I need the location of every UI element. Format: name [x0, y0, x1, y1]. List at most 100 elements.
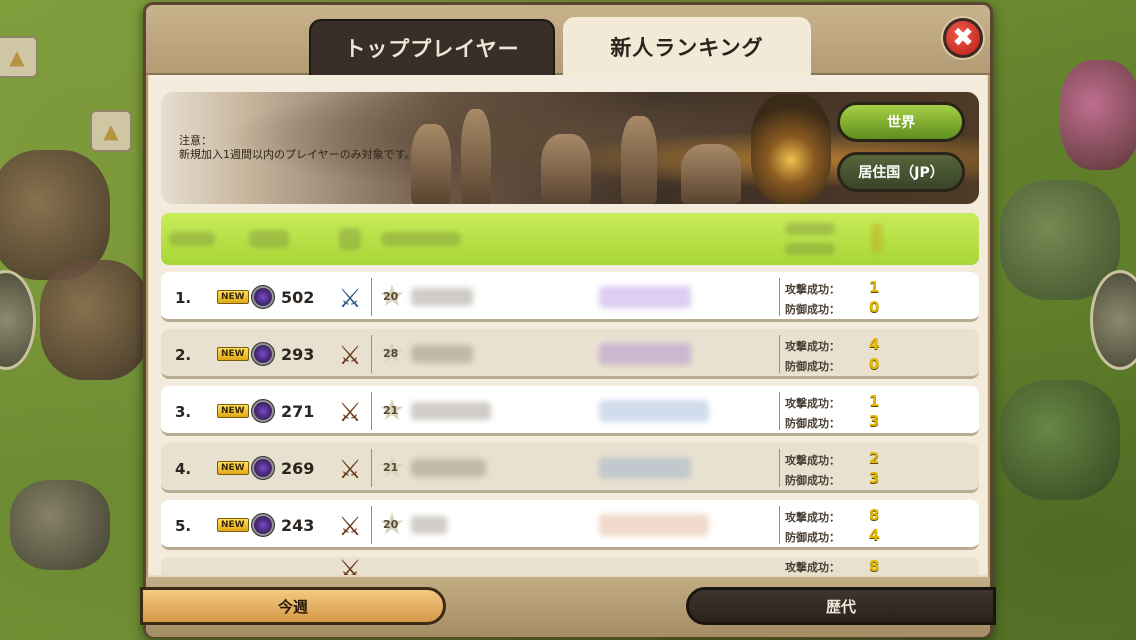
attack-label: 攻撃成功： [785, 340, 840, 353]
all-time-button[interactable]: 歴代 [686, 587, 996, 625]
blurred-stats [871, 223, 883, 253]
blurred-stats [785, 243, 835, 255]
world-button[interactable]: 世界 [837, 102, 965, 142]
this-week-button[interactable]: 今週 [140, 587, 446, 625]
resource-sign-icon[interactable]: ▲ [0, 36, 38, 78]
trophy-icon [251, 342, 275, 366]
blurred-trophies [249, 230, 289, 248]
ranking-content[interactable]: 注意： 新規加入1週間以内のプレイヤーのみ対象です。 世界 居住国（JP） 1.… [149, 75, 987, 575]
attack-label: 攻撃成功： [785, 561, 840, 574]
tab-newcomer-ranking[interactable]: 新人ランキング [563, 17, 811, 77]
league-sword-icon: ⚔ [338, 455, 362, 485]
ranking-row[interactable]: 2. NEW 293 ⚔ ★ 28 攻撃成功： 防御成功： 4 0 [161, 329, 979, 379]
blurred-league [339, 228, 361, 250]
trophy-icon [251, 399, 275, 423]
defense-label: 防御成功： [785, 303, 840, 316]
ranking-row[interactable]: 5. NEW 243 ⚔ ★ 20 攻撃成功： 防御成功： 8 4 [161, 500, 979, 550]
rank-number: 3. [175, 403, 192, 421]
trophy-count: 271 [281, 402, 315, 421]
rank-number: 2. [175, 346, 192, 364]
trophy-count: 243 [281, 516, 315, 535]
resource-sign-icon[interactable]: ▲ [90, 110, 132, 152]
league-sword-icon: ⚔ [338, 512, 362, 542]
trophy-count: 293 [281, 345, 315, 364]
divider [371, 392, 372, 430]
attack-label: 攻撃成功： [785, 397, 840, 410]
close-icon[interactable]: ✖ [943, 18, 983, 58]
notice-text: 新規加入1週間以内のプレイヤーのみ対象です。 [179, 148, 416, 161]
rank-number: 4. [175, 460, 192, 478]
new-badge: NEW [217, 461, 249, 475]
attack-wins: 2 [869, 449, 880, 467]
divider [371, 449, 372, 487]
blurred-clan [599, 457, 691, 479]
banner-rock [621, 116, 657, 204]
ranking-row[interactable]: 1. NEW 502 ⚔ ★ 20 攻撃成功： 防御成功： 1 0 [161, 272, 979, 322]
defense-wins: 0 [869, 298, 880, 316]
new-badge: NEW [217, 290, 249, 304]
ranking-row[interactable]: ⚔ 攻撃成功： 8 [161, 555, 979, 575]
defense-wins: 3 [869, 412, 880, 430]
attack-wins: 8 [869, 557, 880, 575]
divider [371, 335, 372, 373]
background-building [1060, 60, 1136, 170]
defense-label: 防御成功： [785, 360, 840, 373]
blurred-clan [599, 514, 709, 536]
divider [371, 278, 372, 316]
league-sword-icon: ⚔ [338, 398, 362, 428]
background-building [40, 260, 150, 380]
blurred-clan [599, 400, 709, 422]
trophy-icon [251, 285, 275, 309]
blurred-rank [169, 232, 215, 246]
player-level: 20 [383, 290, 399, 303]
blurred-player-name [411, 459, 486, 477]
trophy-icon [251, 513, 275, 537]
defense-wins: 3 [869, 469, 880, 487]
new-badge: NEW [217, 404, 249, 418]
banner-rock [541, 134, 591, 204]
player-level: 28 [383, 347, 399, 360]
trophy-count: 502 [281, 288, 315, 307]
banner-rock [461, 109, 491, 204]
attack-wins: 8 [869, 506, 880, 524]
divider [779, 278, 780, 316]
ranking-row[interactable]: 4. NEW 269 ⚔ ★ 21 攻撃成功： 防御成功： 2 3 [161, 443, 979, 493]
blurred-player-name [411, 345, 473, 363]
blurred-clan [599, 286, 691, 308]
ranking-banner: 注意： 新規加入1週間以内のプレイヤーのみ対象です。 世界 居住国（JP） [161, 92, 979, 204]
player-level: 21 [383, 404, 399, 417]
attack-label: 攻撃成功： [785, 511, 840, 524]
banner-rock [681, 144, 741, 204]
blurred-clan [599, 343, 691, 365]
own-player-row[interactable] [161, 213, 979, 265]
attack-wins: 1 [869, 278, 880, 296]
blurred-player-name [411, 516, 447, 534]
new-badge: NEW [217, 347, 249, 361]
league-sword-icon: ⚔ [338, 341, 362, 371]
banner-rock [411, 124, 451, 204]
tab-top-players[interactable]: トッププレイヤー [309, 19, 555, 75]
notice-title: 注意： [179, 134, 212, 147]
divider [779, 335, 780, 373]
ranking-row[interactable]: 3. NEW 271 ⚔ ★ 21 攻撃成功： 防御成功： 1 3 [161, 386, 979, 436]
defense-label: 防御成功： [785, 531, 840, 544]
defense-wins: 4 [869, 526, 880, 544]
blurred-player-name [411, 402, 491, 420]
panel-header: トッププレイヤー 新人ランキング ✖ [146, 5, 990, 77]
player-level: 20 [383, 518, 399, 531]
attack-label: 攻撃成功： [785, 283, 840, 296]
banner-notice: 注意： 新規加入1週間以内のプレイヤーのみ対象です。 [179, 134, 416, 162]
divider [779, 506, 780, 544]
divider [779, 449, 780, 487]
attack-wins: 1 [869, 392, 880, 410]
league-sword-icon: ⚔ [338, 555, 362, 575]
defense-wins: 0 [869, 355, 880, 373]
trophy-icon [251, 456, 275, 480]
player-level: 21 [383, 461, 399, 474]
attack-wins: 4 [869, 335, 880, 353]
defense-label: 防御成功： [785, 474, 840, 487]
rank-number: 1. [175, 289, 192, 307]
rank-number: 5. [175, 517, 192, 535]
country-button[interactable]: 居住国（JP） [837, 152, 965, 192]
scroll-left-arrow-icon[interactable] [0, 270, 36, 370]
